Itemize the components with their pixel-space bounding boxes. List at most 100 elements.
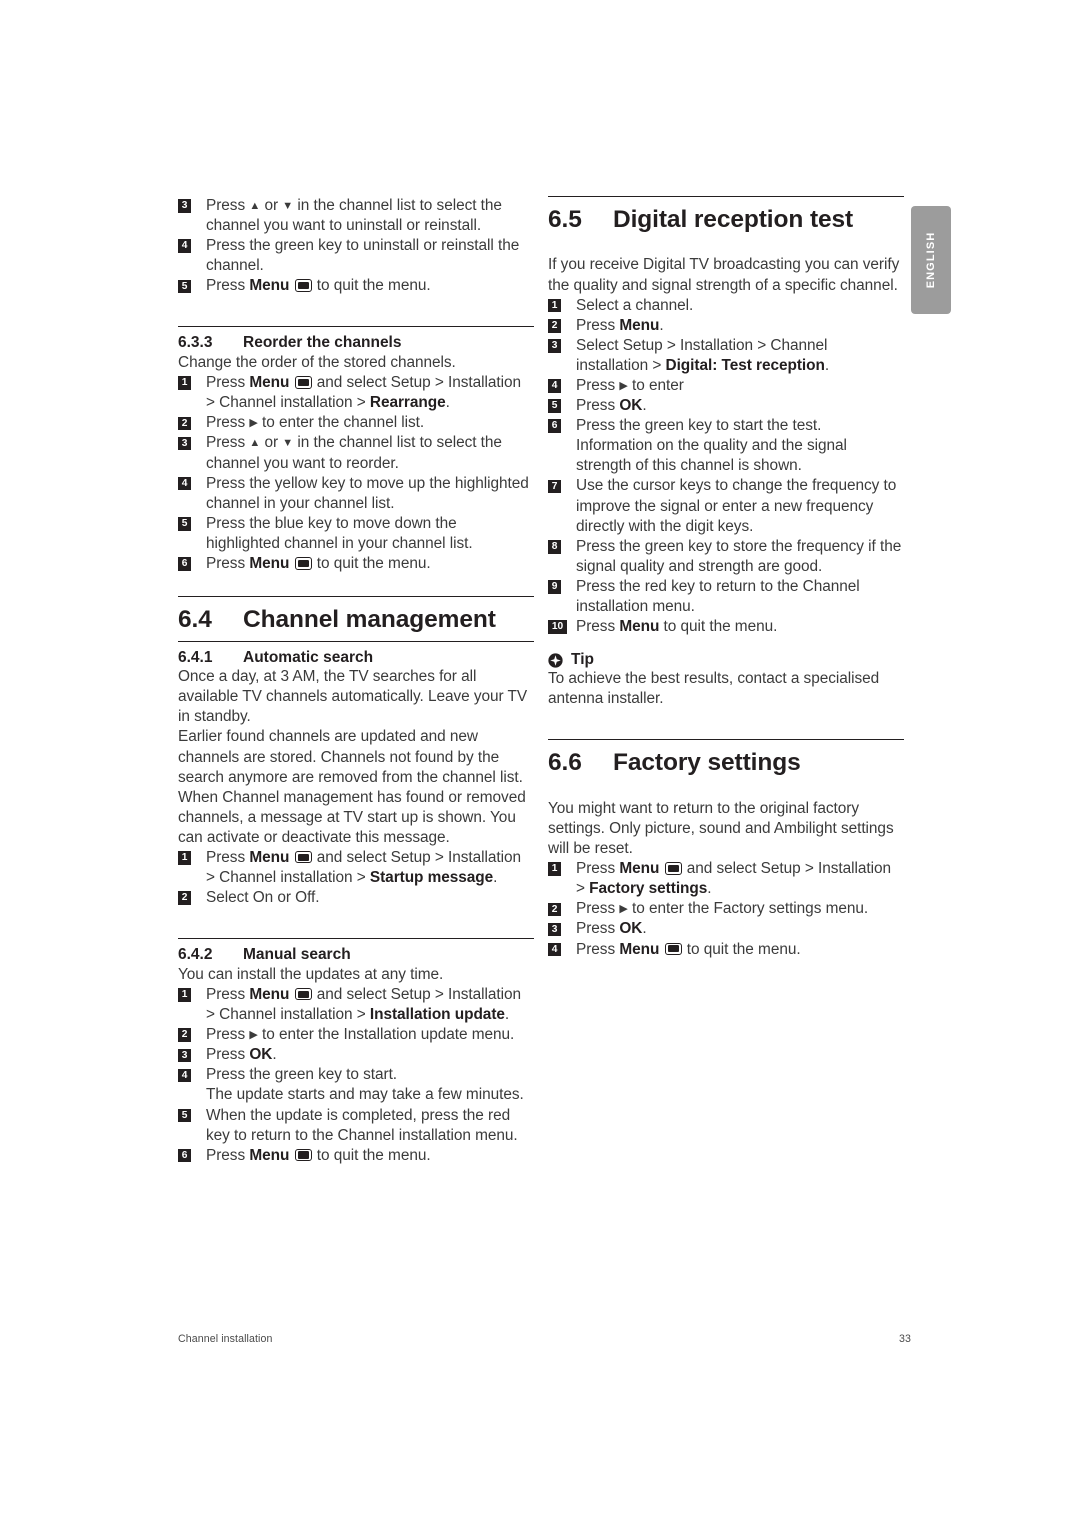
step-text: Use the cursor keys to change the freque… xyxy=(576,477,897,535)
menu-button-icon xyxy=(664,862,682,875)
list-item: 1 Select a channel. xyxy=(548,296,904,316)
list-item: 2 Press Menu. xyxy=(548,316,904,336)
step-marker: 4 xyxy=(178,476,191,491)
step-marker: 8 xyxy=(548,540,561,554)
step-marker: 1 xyxy=(178,851,191,865)
automatic-search-steps-list: 1 Press Menu and select Setup > Installa… xyxy=(178,848,534,908)
list-item: 6 Press the green key to start the test.… xyxy=(548,416,904,476)
reorder-steps-list: 1 Press Menu and select Setup > Installa… xyxy=(178,373,534,574)
section-title: Channel management xyxy=(243,606,496,634)
step-marker: 1 xyxy=(178,376,191,390)
list-item: 5 Press OK. xyxy=(548,396,904,416)
language-tab-label: ENGLISH xyxy=(925,231,937,289)
list-item: 10 Press Menu to quit the menu. xyxy=(548,617,904,637)
subsection-heading-automatic-search: 6.4.1 Automatic search xyxy=(178,642,534,668)
section-heading-factory-settings: 6.6 Factory settings xyxy=(548,740,904,776)
up-arrow-icon: ▲ xyxy=(249,200,261,212)
section-number: 6.6 xyxy=(548,749,582,777)
list-item: 4 Press ▶ to enter xyxy=(548,376,904,396)
step-marker: 7 xyxy=(548,479,561,494)
step-marker: 3 xyxy=(178,436,191,451)
footer-page-number: 33 xyxy=(899,1333,911,1345)
list-item: 3 Press OK. xyxy=(548,919,904,939)
step-text: Press Menu and select Setup > Installati… xyxy=(206,848,521,887)
step-marker: 1 xyxy=(548,862,561,876)
digital-reception-intro: If you receive Digital TV broadcasting y… xyxy=(548,256,900,294)
digital-reception-steps-list: 1 Select a channel. 2 Press Menu. 3 Sele… xyxy=(548,296,904,638)
section-heading-digital-reception-test: 6.5 Digital reception test xyxy=(548,197,904,233)
step-marker: 2 xyxy=(178,1028,191,1042)
menu-button-icon xyxy=(294,376,312,389)
list-item: 3 Press ▲ or ▼ in the channel list to se… xyxy=(178,433,534,473)
step-text: Press the yellow key to move up the high… xyxy=(206,474,529,512)
list-item: 4 Press the green key to start. The updat… xyxy=(178,1065,534,1105)
subsection-number: 6.3.3 xyxy=(178,334,213,352)
step-marker: 4 xyxy=(178,239,191,253)
step-text: Press ▶ to enter xyxy=(576,377,684,394)
step-marker: 9 xyxy=(548,580,561,594)
step-text: Press Menu to quit the menu. xyxy=(206,555,431,572)
list-item: 4 Press the yellow key to move up the hi… xyxy=(178,474,534,514)
list-item: 9 Press the red key to return to the Cha… xyxy=(548,577,904,617)
list-item: 5 Press the blue key to move down the hi… xyxy=(178,514,534,554)
step-marker: 4 xyxy=(548,942,561,957)
list-item: 8 Press the green key to store the frequ… xyxy=(548,537,904,577)
step-text: Press Menu to quit the menu. xyxy=(206,1146,431,1164)
list-item: 1 Press Menu and select Setup > Installa… xyxy=(178,848,534,888)
step-marker: 5 xyxy=(178,517,191,531)
right-arrow-icon: ▶ xyxy=(249,417,258,430)
subsection-title: Manual search xyxy=(243,946,351,964)
step-marker: 1 xyxy=(548,298,561,313)
step-marker: 2 xyxy=(548,319,561,333)
list-item: 2 Press ▶ to enter the Factory settings … xyxy=(548,899,904,919)
step-text: Press ▶ to enter the channel list. xyxy=(206,414,425,432)
list-item: 1 Press Menu and select Setup > Installa… xyxy=(178,373,534,413)
subsection-number: 6.4.2 xyxy=(178,946,213,964)
step-text: Press the green key to store the frequen… xyxy=(576,537,902,575)
step-marker: 6 xyxy=(548,419,561,433)
step-text: Press the green key to start. The update … xyxy=(206,1066,524,1104)
right-arrow-icon: ▶ xyxy=(619,380,628,392)
step-marker: 3 xyxy=(178,199,191,213)
list-item: 6 Press Menu to quit the menu. xyxy=(178,554,534,574)
menu-button-icon xyxy=(294,279,312,292)
right-arrow-icon: ▶ xyxy=(249,1029,258,1042)
tip-icon xyxy=(548,653,563,668)
factory-settings-steps-list: 1 Press Menu and select Setup > Installa… xyxy=(548,859,904,959)
step-text: Select On or Off. xyxy=(206,889,320,907)
uninstall-steps-list: 3 Press ▲ or ▼ in the channel list to se… xyxy=(178,196,534,296)
down-arrow-icon: ▼ xyxy=(282,437,294,450)
tip-heading: Tip xyxy=(548,651,904,669)
right-arrow-icon: ▶ xyxy=(619,903,628,916)
automatic-search-para1: Once a day, at 3 AM, the TV searches for… xyxy=(178,668,528,726)
step-text: Press ▲ or ▼ in the channel list to sele… xyxy=(206,434,502,472)
step-text: Press ▶ to enter the Installation update… xyxy=(206,1026,515,1044)
list-item: 1 Press Menu and select Setup > Installa… xyxy=(548,859,904,899)
step-marker: 4 xyxy=(548,379,561,393)
list-item: 2 Press ▶ to enter the channel list. xyxy=(178,413,534,433)
list-item: 4 Press Menu to quit the menu. xyxy=(548,940,904,960)
step-text: Select Setup > Installation > Channel ins… xyxy=(576,336,830,374)
manual-page: ENGLISH 3 Press ▲ or ▼ in the channel li… xyxy=(0,0,1080,1528)
step-text: Press OK. xyxy=(206,1046,277,1064)
step-text: Press Menu and select Setup > Installati… xyxy=(576,860,891,898)
subsection-number: 6.4.1 xyxy=(178,648,213,666)
right-column: 6.5 Digital reception test If you receiv… xyxy=(548,196,904,960)
menu-button-icon xyxy=(294,557,312,570)
up-arrow-icon: ▲ xyxy=(249,437,261,450)
step-marker: 5 xyxy=(548,399,561,413)
step-text: Press OK. xyxy=(576,920,647,938)
step-marker: 6 xyxy=(178,1148,191,1163)
section-number: 6.5 xyxy=(548,206,582,233)
step-text: Press the green key to start the test. In… xyxy=(576,417,847,475)
menu-button-icon xyxy=(294,1148,312,1162)
tip-text: To achieve the best results, contact a s… xyxy=(548,670,880,708)
list-item: 5 Press Menu to quit the menu. xyxy=(178,276,534,296)
left-column: 3 Press ▲ or ▼ in the channel list to se… xyxy=(178,196,534,1166)
step-marker: 3 xyxy=(178,1048,191,1063)
list-item: 4 Press the green key to uninstall or re… xyxy=(178,236,534,276)
step-marker: 10 xyxy=(548,620,567,634)
step-text: Press Menu and select Setup > Installati… xyxy=(206,374,521,412)
step-text: Press ▶ to enter the Factory settings me… xyxy=(576,900,869,918)
manual-search-intro: You can install the updates at any time. xyxy=(178,965,444,983)
